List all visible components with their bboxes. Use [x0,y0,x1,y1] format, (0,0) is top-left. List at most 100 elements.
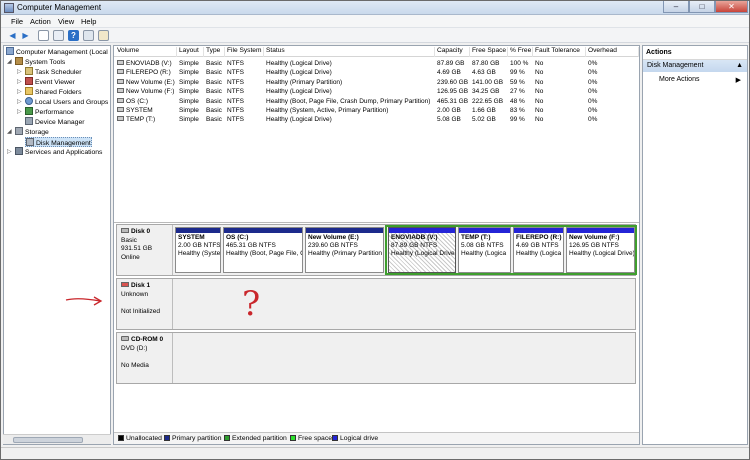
volume-cell-text: NTFS [227,107,244,114]
expand-icon[interactable]: ▷ [17,88,22,95]
actions-section-disk-management[interactable]: Disk Management ▲ [643,60,747,72]
maximize-button[interactable]: □ [689,1,715,13]
disk-0-size: 931.51 GB [121,245,153,252]
partition-temp-t[interactable]: TEMP (T:) 5.08 GB NTFS Healthy (Logica [458,227,511,273]
disk-1-name: Disk 1 [131,282,151,289]
tree-item-system-tools[interactable]: System Tools [15,57,65,67]
menu-file[interactable]: File [11,17,23,26]
menu-action[interactable]: Action [30,17,51,26]
expand-icon[interactable]: ▷ [17,98,22,105]
volume-cell-text: Healthy (Logical Drive) [266,60,332,67]
volume-row[interactable]: ENOVIADB (V:) Simple Basic NTFS Healthy (Log… [114,59,639,68]
volume-cell: 4.63 GB [472,68,507,77]
partition-system[interactable]: SYSTEM 2.00 GB NTFS Healthy (Syste [175,227,221,273]
column-volume[interactable]: Volume [115,47,177,57]
forward-icon[interactable]: ▶ [20,30,31,41]
tree-item-computer-management[interactable]: Computer Management (Local [6,47,108,57]
disk-0-status: Online [121,253,140,261]
disk-0-info[interactable]: Disk 0 Basic 931.51 GB Online [117,225,173,275]
collapse-icon[interactable]: ◢ [7,128,12,135]
minimize-button[interactable]: – [663,1,689,13]
properties-icon[interactable] [53,30,64,41]
column-free-space[interactable]: Free Space [470,47,508,57]
tree-item-shared-folders[interactable]: Shared Folders [25,87,81,97]
expand-icon[interactable]: ▷ [17,78,22,85]
expand-icon[interactable]: ▶ [736,76,741,84]
volume-cell: Basic [206,68,224,77]
volume-row[interactable]: New Volume (F:) Simple Basic NTFS Healthy (L… [114,87,639,96]
volume-row[interactable]: SYSTEM Simple Basic NTFS Healthy (System, Ac… [114,106,639,115]
partition-text: TEMP (T:) 5.08 GB NTFS Healthy (Logica [459,233,510,259]
volume-cell-text: TEMP (T:) [126,116,156,124]
back-icon[interactable]: ◀ [7,30,18,41]
menu-help[interactable]: Help [81,17,96,26]
tree-label: Shared Folders [35,89,82,96]
volume-cell: No [535,78,585,87]
tree-item-storage[interactable]: Storage [15,127,49,137]
disk-0-row[interactable]: Disk 0 Basic 931.51 GB Online SYSTEM 2.0… [116,224,637,276]
tree-item-event-viewer[interactable]: Event Viewer [25,77,75,87]
volume-cell: No [535,106,585,115]
volume-cell-text: 5.02 GB [472,116,496,124]
tree-horizontal-scrollbar[interactable] [3,434,111,444]
expand-icon[interactable]: ▷ [17,108,22,115]
column-layout[interactable]: Layout [177,47,204,57]
partition-new-volume-e[interactable]: New Volume (E:) 239.60 GB NTFS Healthy (… [305,227,384,273]
scroll-thumb[interactable] [13,437,83,443]
more-actions-link[interactable]: More Actions [659,76,699,83]
partition-size: 239.60 GB NTFS [308,242,358,249]
show-hide-tree-icon[interactable] [38,30,49,41]
tree-item-device-manager[interactable]: Device Manager [25,117,85,127]
column-capacity[interactable]: Capacity [435,47,470,57]
expand-icon[interactable]: ▷ [17,68,22,75]
partition-enoviadb-v[interactable]: ENOVIADB (V:) 87.89 GB NTFS Healthy (Log… [388,227,456,273]
help-icon[interactable]: ? [68,30,79,41]
volume-cell: 0% [588,115,638,124]
volume-cell: OS (C:) [117,97,176,106]
column-type[interactable]: Type [204,47,225,57]
column-status[interactable]: Status [264,47,435,57]
volume-cell-text: 465.31 GB [437,97,469,105]
disk-1-row[interactable]: Disk 1 Unknown Not Initialized [116,278,636,330]
volume-row[interactable]: TEMP (T:) Simple Basic NTFS Healthy (Logical… [114,115,639,124]
tree-item-disk-management[interactable]: Disk Management [25,137,92,147]
expand-icon[interactable]: ▷ [7,148,12,155]
disk-settings-icon[interactable] [98,30,109,41]
tree-item-services-applications[interactable]: Services and Applications [15,147,102,157]
legend-swatch [164,435,170,441]
collapse-icon[interactable]: ▲ [736,62,743,69]
volume-row[interactable]: FILEREPO (R:) Simple Basic NTFS Healthy (Log… [114,68,639,77]
volume-cell: 126.95 GB [437,87,469,96]
partition-text: New Volume (E:) 239.60 GB NTFS Healthy (… [306,233,383,259]
partition-os-c[interactable]: OS (C:) 465.31 GB NTFS Healthy (Boot, Pa… [223,227,303,273]
cdrom-0-row[interactable]: CD-ROM 0 DVD (D:) No Media [116,332,636,384]
volume-cell-text: 4.63 GB [472,69,496,77]
partition-status: Healthy (Syste [178,250,220,257]
collapse-icon[interactable]: ◢ [7,58,12,65]
volume-row[interactable]: New Volume (E:) Simple Basic NTFS Healthy (P… [114,78,639,87]
volume-cell: Basic [206,87,224,96]
partition-size: 4.69 GB NTFS [516,242,559,249]
tree-item-task-scheduler[interactable]: Task Scheduler [25,67,81,77]
volume-cell-text: New Volume (E:) [126,78,175,86]
cdrom-0-info[interactable]: CD-ROM 0 DVD (D:) No Media [117,333,173,383]
tree-item-local-users[interactable]: Local Users and Groups [25,97,108,107]
column-percent-free[interactable]: % Free [508,47,533,57]
column-file-system[interactable]: File System [225,47,264,57]
storage-icon [15,127,23,135]
volume-row[interactable]: OS (C:) Simple Basic NTFS Healthy (Boot, Pag… [114,97,639,106]
menu-view[interactable]: View [58,17,74,26]
partition-new-volume-f[interactable]: New Volume (F:) 126.95 GB NTFS Healthy (… [566,227,635,273]
volume-cell: 5.08 GB [437,115,469,124]
volume-cell: FILEREPO (R:) [117,68,176,77]
legend-swatch [224,435,230,441]
close-button[interactable]: ✕ [715,1,748,13]
disk-1-info[interactable]: Disk 1 Unknown Not Initialized [117,279,173,329]
volume-cell: No [535,97,585,106]
partition-filerepo-r[interactable]: FILEREPO (R:) 4.69 GB NTFS Healthy (Logi… [513,227,564,273]
column-overhead[interactable]: Overhead [586,47,639,57]
extended-partition[interactable]: ENOVIADB (V:) 87.89 GB NTFS Healthy (Log… [385,225,637,275]
console-icon[interactable] [83,30,94,41]
tree-item-performance[interactable]: Performance [25,107,74,117]
column-fault-tolerance[interactable]: Fault Tolerance [533,47,586,57]
